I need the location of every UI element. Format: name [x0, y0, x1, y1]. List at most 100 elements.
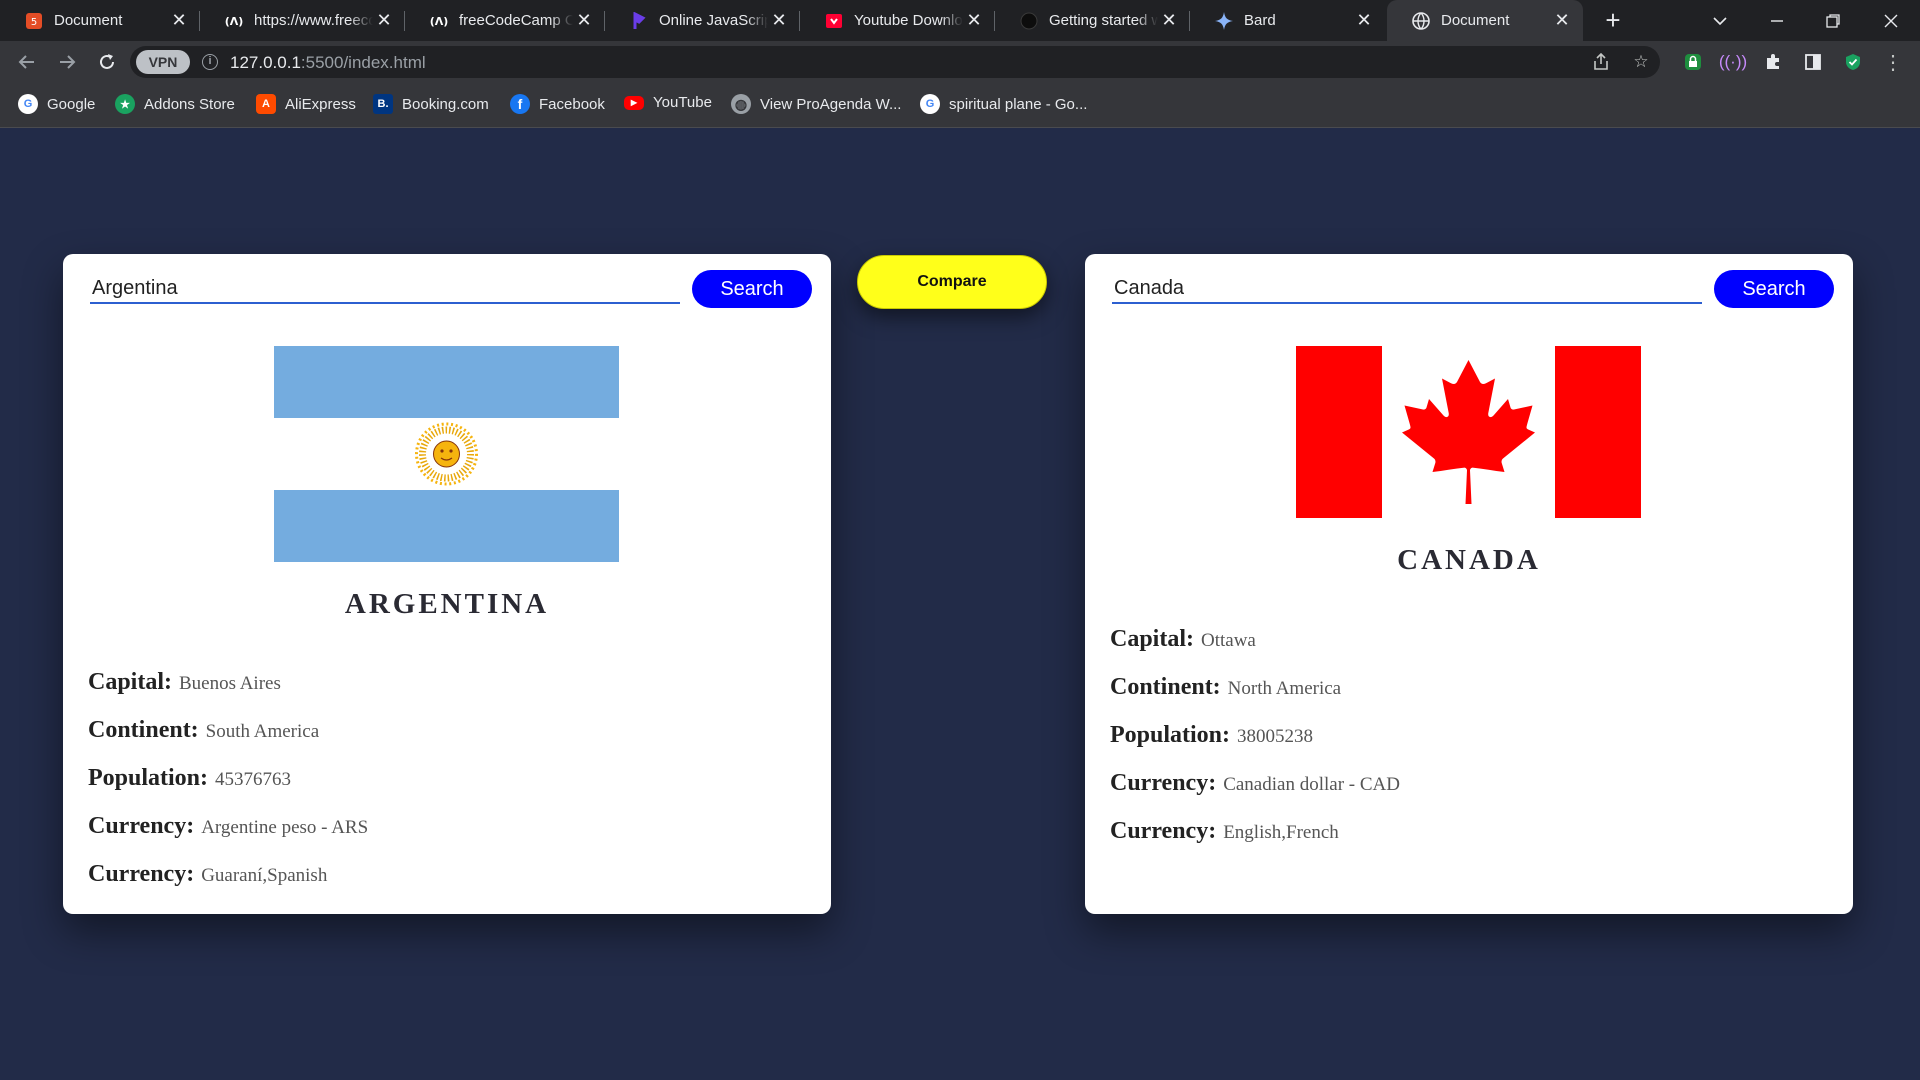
info-row-languages: Currency: Guaraní,Spanish	[88, 861, 328, 887]
html-icon: 5	[24, 11, 44, 31]
minimize-icon[interactable]	[1752, 0, 1802, 41]
country-name: CANADA	[1397, 544, 1541, 576]
addons-store-icon: ★	[115, 94, 135, 114]
tab-title: Getting started with	[1049, 12, 1158, 29]
vpn-badge[interactable]: VPN	[136, 50, 190, 74]
forward-icon[interactable]	[52, 47, 82, 77]
site-info-icon[interactable]: i	[202, 54, 218, 70]
booking-icon: B.	[373, 94, 393, 114]
lock-extension-icon[interactable]	[1680, 49, 1706, 75]
tab-title: Document	[1441, 12, 1510, 29]
youtube-icon: ▶	[624, 95, 644, 110]
google-icon: G	[18, 94, 38, 114]
bookmark-label: View ProAgenda W...	[760, 95, 902, 113]
info-row-currency: Currency: Canadian dollar - CAD	[1110, 770, 1400, 796]
tab-getting-started[interactable]: Getting started with ✕	[995, 0, 1190, 41]
bookmark-youtube[interactable]: ▶ YouTube	[624, 94, 712, 111]
more-menu-icon[interactable]: ⋮	[1880, 49, 1906, 75]
compare-button[interactable]: Compare	[857, 255, 1047, 309]
url-text[interactable]: 127.0.0.1:5500/index.html	[230, 53, 426, 73]
country-name: ARGENTINA	[344, 588, 550, 620]
tab-document-1[interactable]: 5 Document ✕	[0, 0, 200, 41]
country-search-input-left[interactable]	[90, 270, 680, 304]
tab-close-icon[interactable]: ✕	[1158, 10, 1180, 31]
country-info-list: Capital: Buenos Aires Continent: South Ame…	[88, 669, 368, 909]
info-row-capital: Capital: Ottawa	[1110, 626, 1256, 652]
tab-close-icon[interactable]: ✕	[373, 10, 395, 31]
browser-toolbar: VPN i 127.0.0.1:5500/index.html ☆ ((·)) …	[0, 41, 1920, 83]
tab-close-icon[interactable]: ✕	[168, 10, 190, 31]
reload-icon[interactable]	[92, 47, 122, 77]
restore-icon[interactable]	[1808, 0, 1858, 41]
bookmark-booking[interactable]: B. Booking.com	[373, 94, 489, 114]
side-panel-icon[interactable]	[1800, 49, 1826, 75]
address-bar[interactable]: VPN i 127.0.0.1:5500/index.html ☆	[130, 46, 1660, 78]
bookmark-label: Addons Store	[144, 95, 235, 113]
tab-freecodecamp-challenges[interactable]: (Λ) freeCodeCamp Challenges ✕	[405, 0, 605, 41]
signal-extension-icon[interactable]: ((·))	[1719, 49, 1747, 75]
tab-strip: 5 Document ✕ (Λ) https://www.freecodecam…	[0, 0, 1920, 41]
tab-title: Bard	[1244, 12, 1276, 29]
youtube-downloader-icon	[824, 11, 844, 31]
bookmark-proagenda[interactable]: ◍ View ProAgenda W...	[731, 94, 901, 114]
country-card-left: Search ARGENTINA Capital:Buenos Aires Co…	[63, 254, 831, 914]
globe-icon: ◍	[731, 94, 751, 114]
freecodecamp-icon: (Λ)	[224, 11, 244, 31]
aliexpress-icon: A	[256, 94, 276, 114]
info-row-languages: Currency: English,French	[1110, 818, 1339, 844]
tab-close-icon[interactable]: ✕	[1353, 10, 1375, 31]
argentina-flag	[274, 346, 619, 562]
svg-text:5: 5	[31, 17, 37, 28]
search-button-right[interactable]: Search	[1714, 270, 1834, 308]
country-search-input-right[interactable]	[1112, 270, 1702, 304]
bookmark-star-icon[interactable]: ☆	[1628, 49, 1654, 75]
url-path: :5500/index.html	[300, 53, 426, 72]
tab-document-active[interactable]: Document ✕	[1387, 0, 1583, 41]
bookmarks-bar: G Google ★ Addons Store A AliExpress B. …	[0, 83, 1920, 128]
svg-text:(Λ): (Λ)	[430, 15, 449, 28]
github-icon	[1019, 11, 1039, 31]
bookmark-addons-store[interactable]: ★ Addons Store	[115, 94, 235, 114]
share-icon[interactable]	[1588, 49, 1614, 75]
back-icon[interactable]	[12, 47, 42, 77]
freecodecamp-icon: (Λ)	[429, 11, 449, 31]
tab-close-icon[interactable]: ✕	[573, 10, 595, 31]
country-card-right: Search CANADA Capital:Ottawa Continent:N…	[1085, 254, 1853, 914]
bookmark-spiritual-plane[interactable]: G spiritual plane - Go...	[920, 94, 1087, 114]
country-info-list: Capital: Ottawa Continent: North America P…	[1110, 626, 1400, 866]
info-row-continent: Continent: North America	[1110, 674, 1342, 700]
bookmark-facebook[interactable]: f Facebook	[510, 94, 605, 114]
close-window-icon[interactable]	[1866, 0, 1916, 41]
bard-icon	[1214, 11, 1234, 31]
svg-text:(Λ): (Λ)	[225, 15, 244, 28]
bookmark-label: Facebook	[539, 95, 605, 113]
bookmark-label: AliExpress	[285, 95, 356, 113]
shield-check-icon[interactable]	[1840, 49, 1866, 75]
tab-close-icon[interactable]: ✕	[1551, 10, 1573, 31]
tab-title: Online JavaScript	[659, 12, 768, 29]
globe-icon	[1411, 11, 1431, 31]
tab-title: freeCodeCamp Challenges	[459, 12, 573, 29]
bookmark-google[interactable]: G Google	[18, 94, 95, 114]
info-row-continent: Continent: South America	[88, 717, 320, 743]
tab-online-javascript[interactable]: Online JavaScript ✕	[605, 0, 800, 41]
new-tab-button[interactable]: +	[1598, 6, 1628, 36]
tab-title: https://www.freecodecamp.org	[254, 12, 373, 29]
tab-close-icon[interactable]: ✕	[768, 10, 790, 31]
info-row-currency: Currency: Argentine peso - ARS	[88, 813, 369, 839]
bookmark-label: YouTube	[653, 94, 712, 111]
tab-close-icon[interactable]: ✕	[963, 10, 985, 31]
info-row-population: Population: 38005238	[1110, 722, 1314, 748]
tab-bard[interactable]: Bard ✕	[1190, 0, 1385, 41]
tab-title: Document	[54, 12, 123, 29]
bookmark-aliexpress[interactable]: A AliExpress	[256, 94, 356, 114]
url-host: 127.0.0.1	[230, 53, 301, 72]
tab-youtube-downloader[interactable]: Youtube Downloader ✕	[800, 0, 995, 41]
tab-freecodecamp-url[interactable]: (Λ) https://www.freecodecamp.org ✕	[200, 0, 405, 41]
search-button-left[interactable]: Search	[692, 270, 812, 308]
bookmark-label: Booking.com	[402, 95, 489, 113]
programiz-icon	[629, 11, 649, 31]
extensions-puzzle-icon[interactable]	[1760, 49, 1786, 75]
tab-search-icon[interactable]	[1695, 0, 1745, 41]
facebook-icon: f	[510, 94, 530, 114]
